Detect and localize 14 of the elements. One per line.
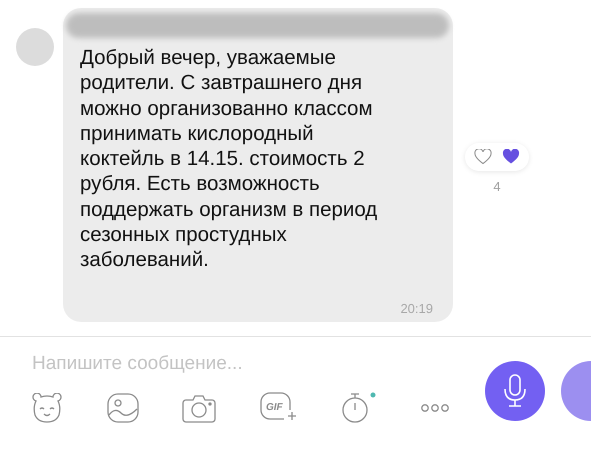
reaction-pill[interactable] <box>465 143 529 171</box>
avatar-icon <box>16 28 54 66</box>
message-input[interactable]: Напишите сообщение... <box>32 353 362 375</box>
heart-icon[interactable] <box>502 149 520 165</box>
message-time: 20:19 <box>400 301 433 316</box>
message-text: Добрый вечер, уважаемые родители. С завтрашнего дня можно организованно классом принимать кислородный коктейль в 14.15. стоимость 2 рубля. Есть возможность поддержать организм в период сезонных простудных заболеваний. <box>80 45 378 273</box>
reaction-count: 4 <box>493 179 501 194</box>
gallery-icon[interactable] <box>107 393 140 423</box>
heart-outline-icon[interactable] <box>474 149 492 165</box>
camera-icon[interactable] <box>182 393 216 423</box>
timer-icon[interactable] <box>340 391 377 425</box>
sticker-bear-icon[interactable] <box>30 393 64 423</box>
microphone-icon <box>502 374 528 408</box>
more-icon[interactable] <box>420 403 450 413</box>
